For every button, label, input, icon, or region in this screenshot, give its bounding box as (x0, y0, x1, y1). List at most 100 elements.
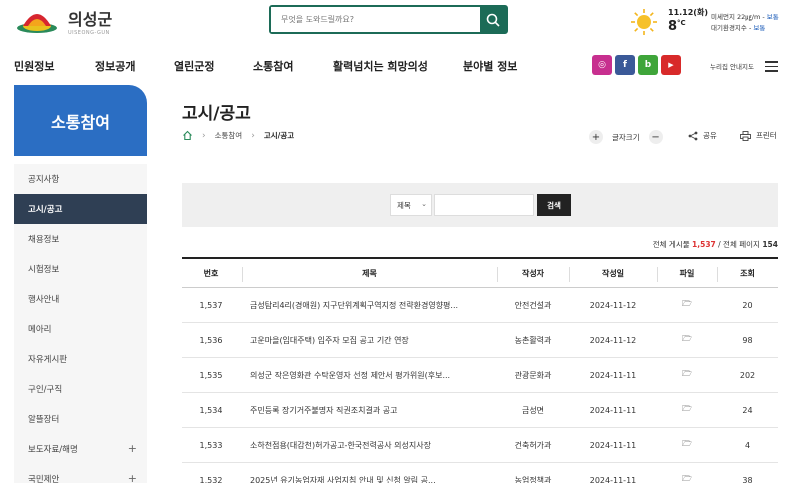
header: 의성군 UISEONG-GUN 11.12(화) 8°C 미세먼지 22㎍/m … (0, 0, 800, 42)
row-number: 1,532 (199, 475, 223, 483)
keyword-input[interactable] (434, 194, 534, 216)
attachment-icon[interactable]: 🗁 (657, 288, 717, 322)
row-author: 안전건설과 (514, 300, 552, 310)
font-size-label: 글자크기 (612, 132, 640, 142)
expand-icon[interactable]: + (128, 442, 137, 455)
sidebar-item-free-board[interactable]: 자유게시판 (14, 344, 147, 374)
sidebar-item-echo[interactable]: 메아리 (14, 314, 147, 344)
row-views: 38 (742, 475, 753, 483)
blog-icon[interactable]: b (638, 55, 658, 75)
col-file: 파일 (679, 268, 695, 278)
table-row[interactable]: 1,532 2025년 유기농업자재 사업지침 안내 및 신청 알림 공... … (182, 463, 778, 483)
row-date: 2024-11-11 (589, 440, 637, 450)
nav-civil-info[interactable]: 민원정보 (14, 58, 54, 74)
sidebar-item-market[interactable]: 알뜰장터 (14, 404, 147, 434)
sidebar-item-exam[interactable]: 시험정보 (14, 254, 147, 284)
search-field-select[interactable]: 제목 ⌄ (390, 194, 432, 216)
row-author: 농촌활력과 (514, 335, 552, 345)
attachment-icon[interactable]: 🗁 (657, 393, 717, 427)
table-row[interactable]: 1,533 소하천점용(대감천)허가공고-한국전력공사 의성지사장 건축허가과 … (182, 428, 778, 463)
sidebar-item-announcement[interactable]: 고시/공고 (14, 194, 147, 224)
total-count: 1,537 (692, 240, 716, 249)
sidebar-item-jobs[interactable]: 구인/구직 (14, 374, 147, 404)
attachment-icon[interactable]: 🗁 (657, 428, 717, 462)
row-views: 4 (744, 440, 751, 450)
row-views: 202 (739, 370, 756, 380)
attachment-icon[interactable]: 🗁 (657, 323, 717, 357)
nav-vibrant-uiseong[interactable]: 활력넘치는 희망의성 (333, 58, 428, 74)
nav-communication[interactable]: 소통참여 (253, 58, 293, 74)
youtube-icon[interactable]: ▶ (661, 55, 681, 75)
col-views: 조회 (740, 268, 755, 278)
table-row[interactable]: 1,536 고운마을(임대주택) 입주자 모집 공고 기간 연장 농촌활력과 2… (182, 323, 778, 358)
sun-icon (631, 9, 657, 35)
air-status: 보통 (753, 24, 766, 32)
printer-icon (740, 130, 751, 141)
search-button[interactable] (480, 7, 506, 32)
row-date: 2024-11-11 (589, 475, 637, 483)
notice-table: 번호 제목 작성자 작성일 파일 조회 1,537 금성탐리4리(경애원) 지구… (182, 257, 778, 483)
font-increase-button[interactable]: + (589, 130, 603, 144)
font-decrease-button[interactable]: − (648, 130, 663, 144)
row-title-link[interactable]: 고운마을(임대주택) 입주자 모집 공고 기간 연장 (242, 323, 497, 357)
share-icon (688, 131, 698, 140)
row-number: 1,535 (199, 370, 223, 380)
font-size-control: + 글자크기 − (589, 130, 663, 144)
sidebar-item-notice[interactable]: 공지사항 (14, 164, 147, 194)
nav-open-admin[interactable]: 열린군정 (174, 58, 214, 74)
row-date: 2024-11-11 (589, 405, 637, 415)
row-views: 20 (742, 300, 753, 310)
sidebar-item-proposal[interactable]: 국민제안 + (14, 464, 147, 483)
col-date: 작성일 (601, 268, 625, 278)
menu-icon[interactable] (765, 61, 778, 75)
site-logo[interactable]: 의성군 UISEONG-GUN (14, 6, 112, 36)
nav-field-info[interactable]: 분야별 정보 (463, 58, 517, 74)
logo-emblem-icon (14, 6, 60, 36)
sidebar-item-press[interactable]: 보도자료/해명 + (14, 434, 147, 464)
breadcrumb-current: 고시/공고 (263, 131, 295, 140)
chevron-right-icon: › (202, 130, 206, 141)
attachment-icon[interactable]: 🗁 (657, 463, 717, 483)
sitemap-link[interactable]: 누리집 안내지도 (710, 61, 754, 71)
row-author: 관광문화과 (514, 370, 552, 380)
expand-icon[interactable]: + (128, 472, 137, 483)
main-nav: 민원정보 정보공개 열린군정 소통참여 활력넘치는 희망의성 분야별 정보 ◎ … (0, 52, 800, 78)
search-icon (486, 13, 500, 27)
logo-subtitle: UISEONG-GUN (68, 30, 110, 36)
search-input[interactable] (271, 7, 480, 32)
weather-date: 11.12(화) (668, 8, 708, 17)
nav-info-disclosure[interactable]: 정보공개 (95, 58, 135, 74)
share-button[interactable]: 공유 (688, 130, 717, 141)
row-title-link[interactable]: 소하천점용(대감천)허가공고-한국전력공사 의성지사장 (242, 428, 497, 462)
attachment-icon[interactable]: 🗁 (657, 358, 717, 392)
logo-name: 의성군 (68, 10, 113, 29)
breadcrumb-item[interactable]: 소통참여 (215, 130, 243, 141)
col-title: 제목 (362, 268, 377, 278)
facebook-icon[interactable]: f (615, 55, 635, 75)
search-submit-button[interactable]: 검색 (537, 194, 571, 216)
row-title-link[interactable]: 금성탐리4리(경애원) 지구단위계획구역지정 전략환경영향평... (242, 288, 497, 322)
instagram-icon[interactable]: ◎ (592, 55, 612, 75)
row-number: 1,537 (199, 300, 223, 310)
home-icon[interactable] (182, 130, 193, 141)
row-title-link[interactable]: 주민등록 장기거주불명자 직권조치결과 공고 (242, 393, 497, 427)
row-title-link[interactable]: 의성군 작은영화관 수탁운영자 선정 제안서 평가위원(후보... (242, 358, 497, 392)
row-date: 2024-11-11 (589, 370, 637, 380)
air-quality: 미세먼지 22㎍/m - 보통 대기환경지수 - 보통 (711, 13, 779, 32)
board-summary: 전체 게시물 1,537 / 전체 페이지 154 (652, 240, 778, 249)
table-row[interactable]: 1,534 주민등록 장기거주불명자 직권조치결과 공고 금성면 2024-11… (182, 393, 778, 428)
print-button[interactable]: 프린터 (740, 130, 777, 141)
sidebar-title: 소통참여 (14, 85, 147, 156)
table-header: 번호 제목 작성자 작성일 파일 조회 (182, 257, 778, 288)
table-row[interactable]: 1,535 의성군 작은영화관 수탁운영자 선정 제안서 평가위원(후보... … (182, 358, 778, 393)
chevron-right-icon: › (251, 130, 255, 141)
sidebar-item-recruitment[interactable]: 채용정보 (14, 224, 147, 254)
search-filter-bar: 제목 ⌄ 검색 (182, 183, 778, 227)
chevron-down-icon: ⌄ (421, 200, 427, 208)
total-pages: 154 (762, 240, 778, 249)
table-row[interactable]: 1,537 금성탐리4리(경애원) 지구단위계획구역지정 전략환경영향평... … (182, 288, 778, 323)
row-author: 금성면 (521, 405, 545, 415)
row-number: 1,534 (199, 405, 223, 415)
sidebar-item-events[interactable]: 행사안내 (14, 284, 147, 314)
row-title-link[interactable]: 2025년 유기농업자재 사업지침 안내 및 신청 알림 공... (242, 463, 497, 483)
